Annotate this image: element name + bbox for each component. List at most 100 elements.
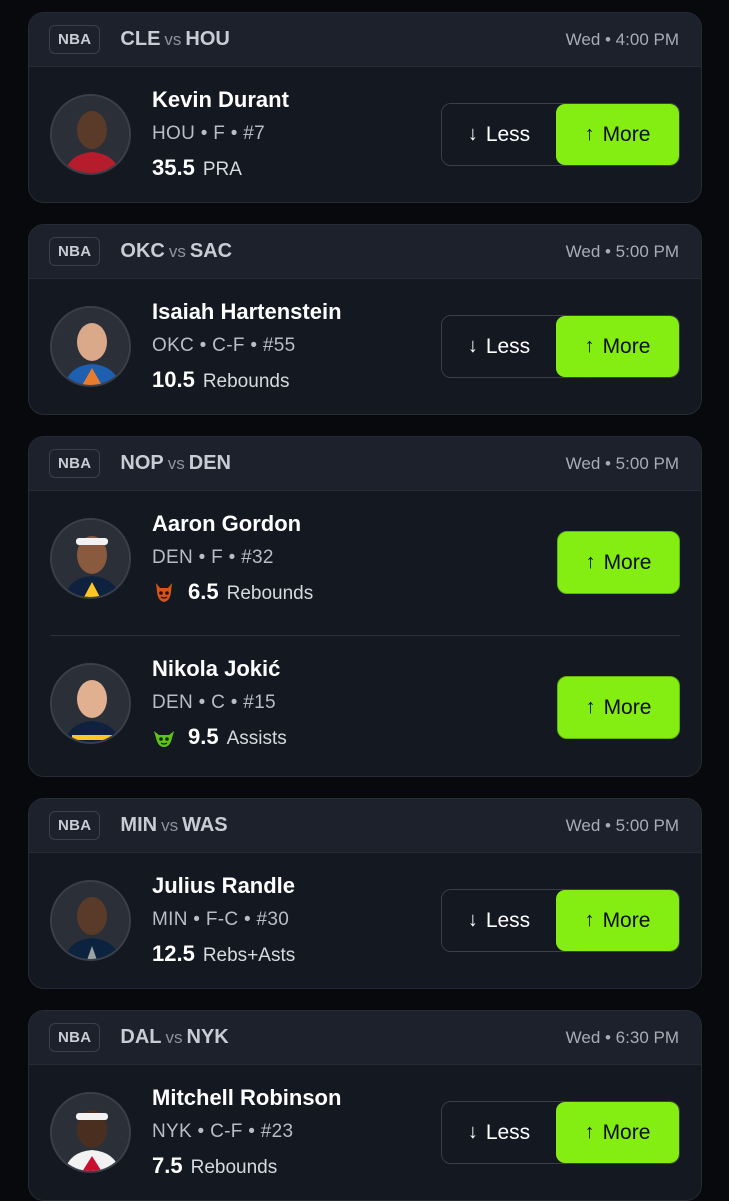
- pick-card: NBA OKC vs SAC Wed • 5:00 PM Isaiah Hart…: [28, 224, 702, 415]
- home-team: NOP: [120, 452, 164, 474]
- arrow-up-icon: ↑: [584, 123, 595, 145]
- card-header: NBA DAL vs NYK Wed • 6:30 PM: [29, 1011, 701, 1065]
- stat-type: Rebs+Asts: [202, 945, 296, 966]
- stat-type: Rebounds: [202, 371, 290, 392]
- player-row: Julius Randle MIN • F-C • #30 12.5 Rebs+…: [29, 853, 701, 988]
- line-value: 7.5: [152, 1153, 183, 1178]
- projection-line: 9.5 Assists: [152, 724, 287, 750]
- more-button[interactable]: ↑ More: [556, 1102, 679, 1163]
- player-name: Nikola Jokić: [152, 656, 281, 681]
- vs-label: vs: [167, 454, 185, 473]
- player-info: HOU • F • #7: [152, 123, 265, 144]
- card-header: NBA CLE vs HOU Wed • 4:00 PM: [29, 13, 701, 67]
- arrow-down-icon: ↓: [467, 123, 478, 145]
- more-button[interactable]: ↑ More: [556, 104, 679, 165]
- line-value: 10.5: [152, 367, 195, 392]
- vs-label: vs: [168, 242, 186, 261]
- less-button[interactable]: ↓ Less: [442, 316, 556, 377]
- player-headshot-icon: [52, 665, 129, 742]
- line-value: 9.5: [188, 724, 219, 749]
- demon-icon: [156, 583, 172, 602]
- player-name: Mitchell Robinson: [152, 1085, 342, 1110]
- card-header: NBA OKC vs SAC Wed • 5:00 PM: [29, 225, 701, 279]
- goblin-icon: [154, 731, 174, 747]
- league-badge: NBA: [49, 449, 101, 478]
- projection-line: 7.5 Rebounds: [152, 1153, 277, 1179]
- league-badge: NBA: [49, 25, 101, 54]
- less-button[interactable]: ↓ Less: [442, 1102, 556, 1163]
- projection-line: 6.5 Rebounds: [152, 579, 313, 605]
- player-name: Aaron Gordon: [152, 511, 302, 536]
- player-avatar: [50, 1092, 131, 1173]
- arrow-up-icon: ↑: [585, 551, 596, 573]
- matchup: DAL vs NYK: [120, 1026, 228, 1049]
- stat-type: Assists: [226, 728, 287, 749]
- home-team: CLE: [120, 28, 161, 50]
- less-more-toggle: ↓ Less ↑ More: [441, 103, 680, 166]
- more-button[interactable]: ↑ More: [557, 676, 680, 739]
- player-info: MIN • F-C • #30: [152, 909, 290, 930]
- card-header: NBA MIN vs WAS Wed • 5:00 PM: [29, 799, 701, 853]
- game-time: Wed • 5:00 PM: [565, 815, 679, 835]
- player-headshot-icon: [52, 882, 129, 959]
- projection-line: 35.5 PRA: [152, 155, 242, 181]
- less-more-toggle: ↓ Less ↑ More: [441, 1101, 680, 1164]
- player-info: OKC • C-F • #55: [152, 335, 296, 356]
- away-team: NYK: [186, 1026, 229, 1048]
- game-time: Wed • 6:30 PM: [565, 1027, 679, 1047]
- player-row: Mitchell Robinson NYK • C-F • #23 7.5 Re…: [29, 1065, 701, 1200]
- less-more-toggle: ↓ Less ↑ More: [441, 889, 680, 952]
- player-headshot-icon: [52, 520, 129, 597]
- stat-type: Rebounds: [190, 1157, 278, 1178]
- less-more-toggle: ↓ Less ↑ More: [441, 315, 680, 378]
- line-value: 6.5: [188, 579, 219, 604]
- player-info: DEN • C • #15: [152, 692, 276, 713]
- away-team: DEN: [188, 452, 231, 474]
- player-avatar: [50, 880, 131, 961]
- stat-type: PRA: [202, 159, 242, 180]
- more-button[interactable]: ↑ More: [556, 890, 679, 951]
- player-row: Aaron Gordon DEN • F • #32 6.5 Rebounds …: [29, 491, 701, 635]
- less-button[interactable]: ↓ Less: [442, 104, 556, 165]
- arrow-up-icon: ↑: [585, 696, 596, 718]
- line-value: 35.5: [152, 155, 195, 180]
- arrow-up-icon: ↑: [584, 335, 595, 357]
- player-name: Kevin Durant: [152, 87, 289, 112]
- player-row: Isaiah Hartenstein OKC • C-F • #55 10.5 …: [29, 279, 701, 414]
- more-button[interactable]: ↑ More: [557, 531, 680, 594]
- arrow-down-icon: ↓: [467, 1121, 478, 1143]
- player-name: Isaiah Hartenstein: [152, 299, 342, 324]
- vs-label: vs: [165, 1028, 183, 1047]
- pick-card: NBA DAL vs NYK Wed • 6:30 PM Mitchell Ro…: [28, 1010, 702, 1201]
- projection-line: 12.5 Rebs+Asts: [152, 941, 295, 967]
- player-row: Kevin Durant HOU • F • #7 35.5 PRA ↓ Less…: [29, 67, 701, 202]
- player-name: Julius Randle: [152, 873, 296, 898]
- arrow-down-icon: ↓: [467, 335, 478, 357]
- matchup: MIN vs WAS: [120, 814, 227, 837]
- arrow-up-icon: ↑: [584, 1121, 595, 1143]
- player-avatar: [50, 518, 131, 599]
- player-avatar: [50, 94, 131, 175]
- away-team: SAC: [189, 240, 233, 262]
- player-avatar: [50, 663, 131, 744]
- pick-card: NBA CLE vs HOU Wed • 4:00 PM Kevin Duran…: [28, 12, 702, 203]
- matchup: CLE vs HOU: [120, 28, 229, 51]
- player-headshot-icon: [52, 1094, 129, 1171]
- game-time: Wed • 4:00 PM: [565, 29, 679, 49]
- home-team: DAL: [120, 1026, 162, 1048]
- less-button[interactable]: ↓ Less: [442, 890, 556, 951]
- game-time: Wed • 5:00 PM: [565, 241, 679, 261]
- arrow-down-icon: ↓: [467, 909, 478, 931]
- home-team: OKC: [120, 240, 165, 262]
- player-avatar: [50, 306, 131, 387]
- pick-card: NBA NOP vs DEN Wed • 5:00 PM Aaron Gordo…: [28, 436, 702, 777]
- matchup: NOP vs DEN: [120, 452, 231, 475]
- vs-label: vs: [164, 30, 182, 49]
- home-team: MIN: [120, 814, 158, 836]
- more-button[interactable]: ↑ More: [556, 316, 679, 377]
- pick-card: NBA MIN vs WAS Wed • 5:00 PM Julius Rand…: [28, 798, 702, 989]
- vs-label: vs: [161, 816, 179, 835]
- projection-line: 10.5 Rebounds: [152, 367, 289, 393]
- arrow-up-icon: ↑: [584, 909, 595, 931]
- league-badge: NBA: [49, 1023, 101, 1052]
